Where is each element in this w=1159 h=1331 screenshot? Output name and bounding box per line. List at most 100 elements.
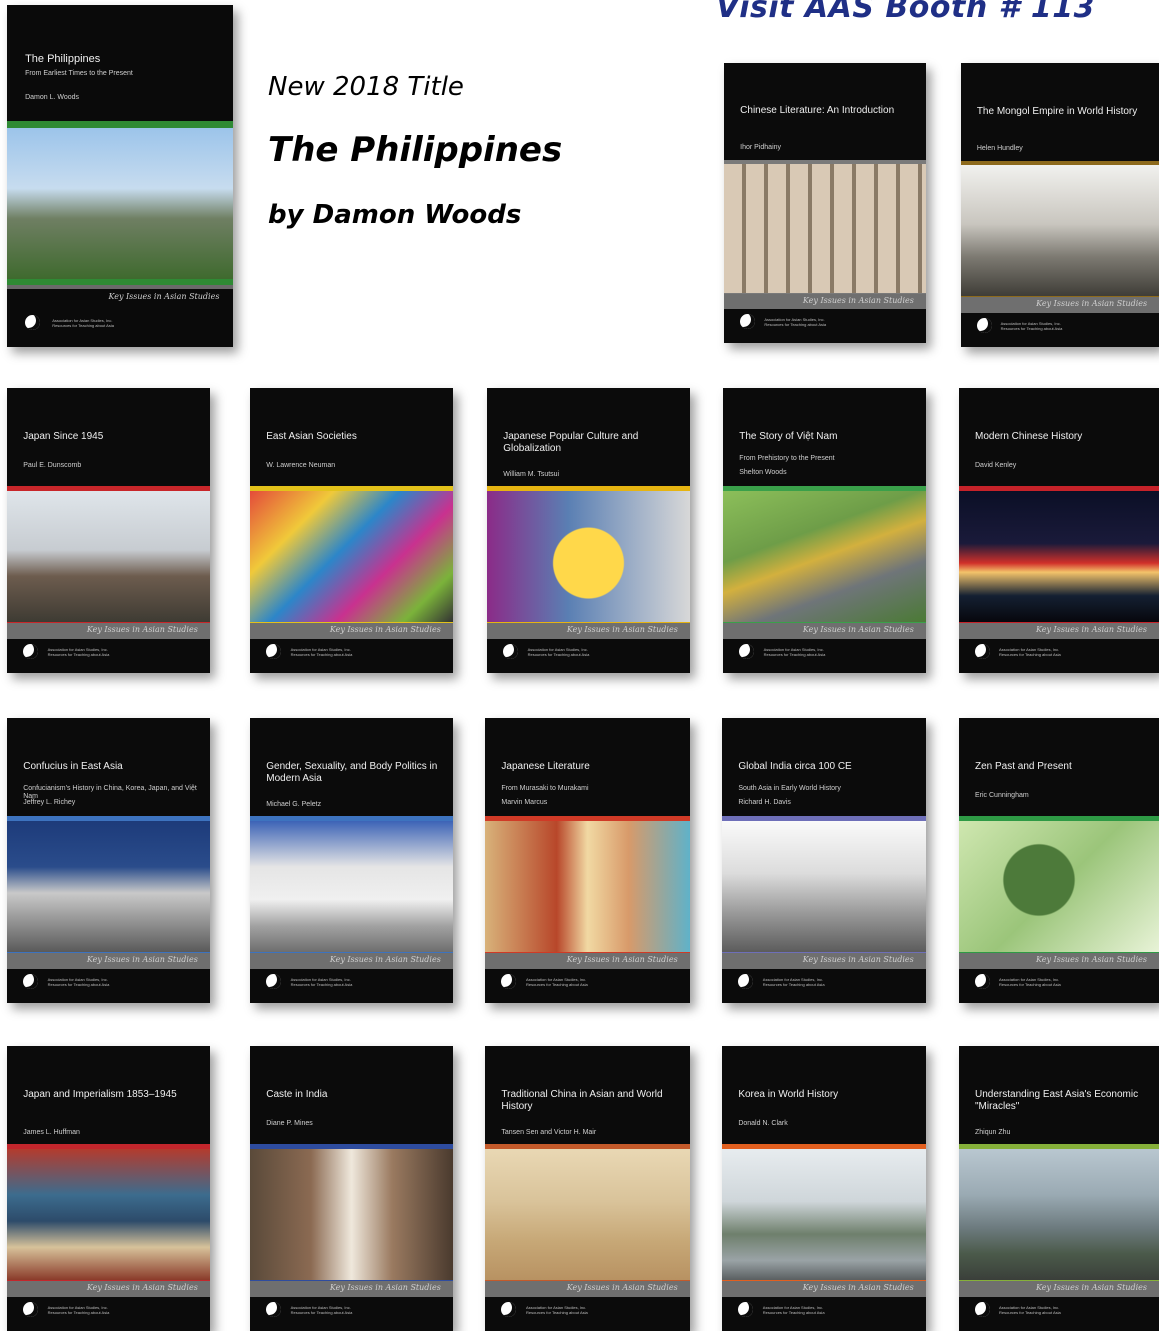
publisher-label: Association for Asian Studies, Inc. Resou… [999,977,1061,987]
publisher-label: Association for Asian Studies, Inc. Resou… [763,1305,825,1315]
book-cover[interactable]: Global India circa 100 CE South Asia in E… [722,718,926,1003]
globe-logo-icon [25,314,41,330]
globe-logo-icon [266,973,282,989]
globe-logo-icon [501,1301,517,1317]
book-author: Jeffrey L. Richey [23,799,76,807]
book-cover[interactable]: The Story of Việt Nam From Prehistory to … [723,388,926,673]
book-cover[interactable]: Confucius in East Asia Confucianism's His… [7,718,210,1003]
book-title: Chinese Literature: An Introduction [740,105,895,116]
publisher-line: Resources for Teaching about Asia [1000,326,1063,332]
cover-photo [724,163,926,293]
book-cover[interactable]: Understanding East Asia's Economic "Mira… [959,1046,1159,1331]
book-cover[interactable]: Modern Chinese History David Kenley Key Is… [959,388,1159,673]
publisher-label: Association for Asian Studies, Inc. Resou… [48,977,110,987]
cover-photo [959,1148,1159,1280]
book-title: Confucius in East Asia [23,760,123,772]
book-author: Donald N. Clark [738,1120,788,1128]
book-title: The Story of Việt Nam [739,430,838,442]
booth-banner: Visit AAS Booth # 113 [716,0,1096,25]
publisher-label: Association for Asian Studies, Inc. Resou… [52,318,114,328]
cover-photo [722,1148,926,1280]
publisher-label: Association for Asian Studies, Inc. Resou… [764,317,826,327]
publisher-label: Association for Asian Studies, Inc. Resou… [999,647,1061,657]
book-author: Tansen Sen and Victor H. Mair [501,1128,597,1136]
series-label: Key Issues in Asian Studies [722,953,926,969]
book-title: Korea in World History [738,1088,839,1100]
book-title: The Philippines [25,52,101,65]
globe-logo-icon [975,973,990,989]
cover-photo [959,490,1159,622]
cover-photo [250,1148,453,1280]
book-title: East Asian Societies [266,430,357,442]
cover-photo [959,820,1159,952]
book-cover[interactable]: Chinese Literature: An Introduction Ihor … [724,63,926,343]
book-title: Gender, Sexuality, and Body Politics in … [266,760,438,784]
cover-photo [485,820,690,952]
book-cover[interactable]: Japanese Literature From Murasaki to Mura… [485,718,690,1003]
publisher-line: Resources for Teaching about Asia [47,982,110,988]
series-label: Key Issues in Asian Studies [959,953,1159,969]
book-author: Zhiqun Zhu [975,1128,1011,1136]
book-title: Understanding East Asia's Economic "Mira… [975,1088,1139,1112]
series-label: Key Issues in Asian Studies [959,1281,1159,1297]
series-label: Key Issues in Asian Studies [7,285,233,313]
series-label: Key Issues in Asian Studies [250,953,453,969]
publisher-line: Resources for Teaching about Asia [999,1310,1061,1316]
globe-logo-icon [976,317,992,333]
publisher-line: Resources for Teaching about Asia [762,982,825,988]
book-author: Richard H. Davis [738,799,791,807]
publisher-label: Association for Asian Studies, Inc. Resou… [526,1305,588,1315]
book-title: Global India circa 100 CE [738,760,852,772]
publisher-line: Resources for Teaching about Asia [999,652,1061,658]
series-label: Key Issues in Asian Studies [250,623,453,639]
series-label: Key Issues in Asian Studies [485,1281,690,1297]
book-cover[interactable]: Japanese Popular Culture and Globalizati… [487,388,690,673]
globe-logo-icon [740,314,756,329]
cover-photo [7,820,210,952]
featured-book-cover[interactable]: The Philippines From Earliest Times to th… [7,5,233,347]
publisher-line: Resources for Teaching about Asia [527,652,590,658]
book-title: Japan and Imperialism 1853–1945 [23,1088,177,1100]
series-label: Key Issues in Asian Studies [250,1281,453,1297]
book-author: W. Lawrence Neuman [266,462,336,470]
book-title: Japan Since 1945 [23,430,104,442]
cover-photo [723,490,926,622]
globe-logo-icon [739,643,755,659]
book-author: Eric Cunningham [975,792,1029,800]
book-cover[interactable]: Traditional China in Asian and World His… [485,1046,690,1331]
book-title: The Mongol Empire in World History [976,105,1138,117]
publisher-line: Resources for Teaching about Asia [290,652,353,658]
publisher-line: Resources for Teaching about Asia [763,652,826,658]
publisher-line: Resources for Teaching about Asia [999,982,1061,988]
book-title: Traditional China in Asian and World His… [501,1088,663,1112]
book-title: Japanese Popular Culture and Globalizati… [503,430,639,454]
series-label: Key Issues in Asian Studies [487,623,690,639]
publisher-label: Association for Asian Studies, Inc. Resou… [1001,321,1063,331]
publisher-line: Resources for Teaching about Asia [47,652,110,658]
book-cover[interactable]: Japan Since 1945 Paul E. Dunscomb Key Issu… [7,388,210,673]
publisher-line: Resources for Teaching about Asia [526,1310,588,1316]
book-author: Marvin Marcus [501,799,548,807]
cover-photo [250,820,453,952]
publisher-label: Association for Asian Studies, Inc. Resou… [764,647,826,657]
book-cover[interactable]: The Mongol Empire in World History Helen … [961,63,1159,347]
cover-photo [485,1148,690,1280]
series-label: Key Issues in Asian Studies [722,1281,926,1297]
globe-logo-icon [501,973,517,989]
book-title: Zen Past and Present [975,760,1072,772]
book-cover[interactable]: Korea in World History Donald N. Clark Key… [722,1046,926,1331]
book-cover[interactable]: Japan and Imperialism 1853–1945 James L. … [7,1046,210,1331]
book-subtitle: From Earliest Times to the Present [25,69,133,77]
book-author: Damon L. Woods [25,93,80,101]
book-author: Diane P. Mines [266,1120,313,1128]
publisher-line: Resources for Teaching about Asia [290,982,353,988]
book-author: Shelton Woods [739,469,787,477]
book-cover[interactable]: Gender, Sexuality, and Body Politics in … [250,718,453,1003]
publisher-line: Resources for Teaching about Asia [52,323,114,329]
book-cover[interactable]: Caste in India Diane P. Mines Key Issues i… [250,1046,453,1331]
globe-logo-icon [975,643,990,659]
book-author: Michael G. Peletz [266,800,322,808]
book-cover[interactable]: Zen Past and Present Eric Cunningham Key I… [959,718,1159,1003]
book-cover[interactable]: East Asian Societies W. Lawrence Neuman Ke… [250,388,453,673]
publisher-label: Association for Asian Studies, Inc. Resou… [291,1305,353,1315]
